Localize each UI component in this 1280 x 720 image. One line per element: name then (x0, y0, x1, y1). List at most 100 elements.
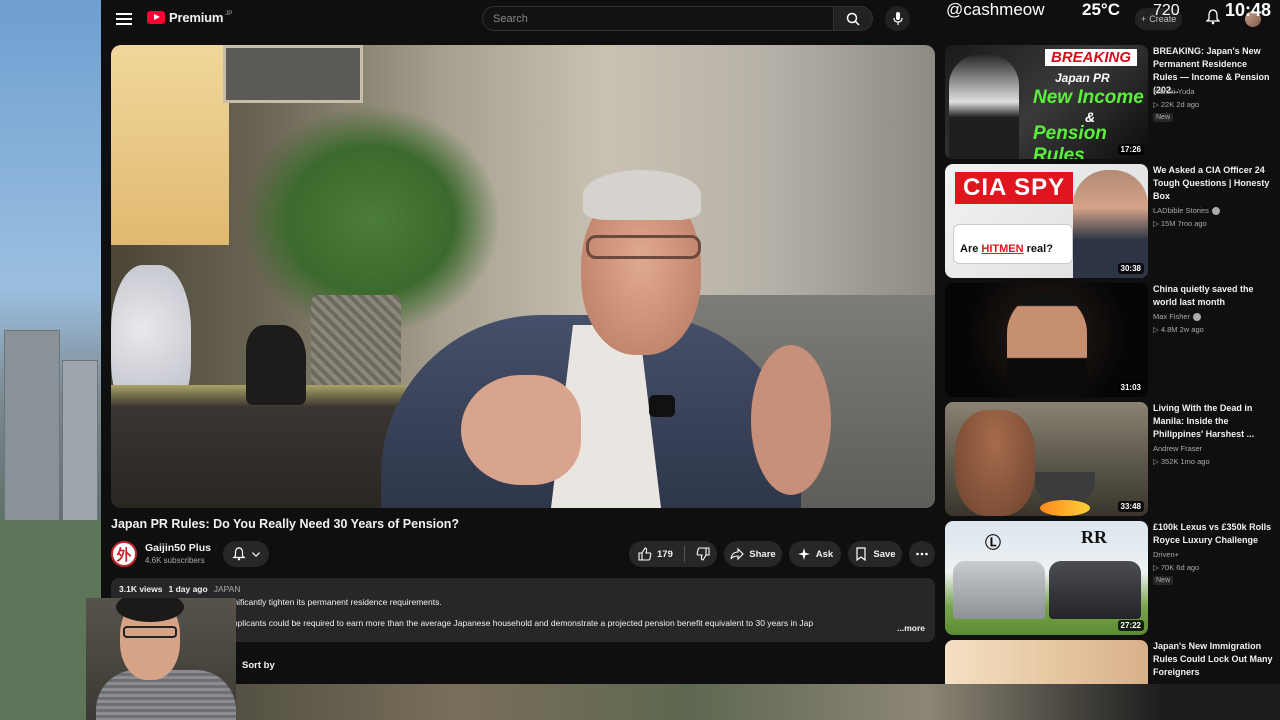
video-title[interactable]: £100k Lexus vs £350k Rolls Royce Luxury … (1153, 521, 1273, 547)
search-input[interactable] (493, 12, 833, 25)
save-button[interactable]: Save (848, 541, 902, 567)
video-title[interactable]: Japan's New Immigration Rules Could Lock… (1153, 640, 1273, 679)
desktop-wallpaper-bottom (101, 684, 1280, 720)
video-duration: 27:22 (1117, 620, 1144, 631)
video-title[interactable]: Living With the Dead in Manila: Inside t… (1153, 402, 1273, 441)
stats-text: 352K 1mo ago (1160, 457, 1210, 466)
video-channel[interactable]: Andrew Fraser (1153, 444, 1202, 453)
number-overlay: 720 (1153, 2, 1180, 19)
recommended-video[interactable]: CIA SPY Are HITMEN real? 30:38 We Asked … (945, 164, 1275, 278)
video-player[interactable] (111, 45, 935, 508)
video-stats: ▷ 352K 1mo ago (1153, 457, 1210, 466)
thumbnail-text: CIA SPY (955, 172, 1074, 204)
new-badge: New (1153, 113, 1174, 122)
video-duration: 33:48 (1117, 501, 1144, 512)
like-dislike-group: 179 (629, 541, 717, 567)
share-label: Share (749, 548, 776, 560)
menu-icon[interactable] (115, 10, 133, 28)
recommended-video[interactable]: BREAKING Japan PR New Income & Pension R… (945, 45, 1275, 159)
video-thumbnail[interactable]: 31:03 (945, 283, 1148, 397)
video-thumbnail[interactable]: Ⓛ RR 27:22 (945, 521, 1148, 635)
video-thumbnail[interactable]: BREAKING Japan PR New Income & Pension R… (945, 45, 1148, 159)
thumbnail-person (949, 55, 1019, 159)
channel-avatar[interactable]: 外 (111, 541, 137, 567)
recommended-video[interactable]: 31:03 China quietly saved the world last… (945, 283, 1275, 397)
chevron-down-icon (251, 552, 260, 557)
search-button[interactable] (833, 6, 873, 31)
share-icon (730, 547, 745, 561)
plant-pot (311, 295, 401, 390)
subscription-bell-button[interactable] (223, 541, 269, 567)
horse-statue (246, 325, 306, 405)
channel-name[interactable]: Gaijin50 Plus (145, 542, 211, 554)
channel-avatar-char: 外 (116, 546, 132, 564)
lapel-mic (649, 395, 675, 417)
thumbnail-text: BREAKING (1045, 49, 1138, 66)
stats-text: 70K 6d ago (1160, 563, 1200, 572)
video-duration: 30:38 (1117, 263, 1144, 274)
video-channel[interactable]: Max Fisher (1153, 312, 1202, 321)
thumbnail-text: HITMEN (981, 243, 1024, 255)
verified-icon (1193, 312, 1202, 321)
search-box (482, 6, 834, 31)
views-icon: ▷ (1153, 100, 1161, 109)
video-thumbnail[interactable]: 33:48 (945, 402, 1148, 516)
lexus-logo-icon: Ⓛ (985, 535, 1002, 552)
thumbnail-car (953, 561, 1045, 619)
bell-icon (231, 547, 246, 561)
notifications-bell-icon[interactable] (1206, 9, 1220, 25)
video-title[interactable]: We Asked a CIA Officer 24 Tough Question… (1153, 164, 1273, 203)
video-thumbnail[interactable] (945, 640, 1148, 684)
description-meta: 3.1K views 1 day ago JAPAN (119, 584, 927, 594)
video-duration: 17:26 (1117, 144, 1144, 155)
recommended-video[interactable]: 33:48 Living With the Dead in Manila: In… (945, 402, 1275, 516)
webcam-shirt (96, 670, 236, 720)
description-text: Reports claim that future PR applicants … (119, 618, 814, 628)
speaker-hand (751, 345, 831, 495)
video-stats: ▷ 15M 7mo ago (1153, 219, 1207, 228)
recommended-video[interactable]: Ⓛ RR 27:22 £100k Lexus vs £350k Rolls Ro… (945, 521, 1275, 635)
voice-search-button[interactable] (885, 6, 910, 31)
ask-label: Ask (815, 548, 834, 560)
temperature-overlay: 25°C (1082, 0, 1120, 19)
video-channel[interactable]: LADbible Stories (1153, 206, 1220, 215)
top-bar: Premium JP + Create @cashmeow 25°C 720 1… (101, 0, 1280, 38)
video-title[interactable]: China quietly saved the world last month (1153, 283, 1273, 309)
video-channel[interactable]: Driven+ (1153, 550, 1179, 559)
upload-age: 1 day ago (168, 584, 208, 594)
stream-handle-overlay: @cashmeow (946, 0, 1045, 19)
divider (683, 546, 685, 562)
building (62, 360, 98, 530)
more-actions-button[interactable] (909, 541, 935, 567)
microphone-icon (892, 11, 903, 25)
like-icon[interactable] (638, 547, 652, 561)
lamp (111, 45, 229, 245)
dislike-icon[interactable] (696, 547, 710, 561)
views-icon: ▷ (1153, 219, 1161, 228)
subscriber-count: 4.6K subscribers (145, 556, 205, 565)
video-thumbnail[interactable]: CIA SPY Are HITMEN real? 30:38 (945, 164, 1148, 278)
youtube-logo[interactable]: Premium JP (147, 10, 232, 25)
hashtag[interactable]: JAPAN (214, 584, 241, 594)
clock-overlay: 10:48 (1225, 0, 1272, 20)
ask-button[interactable]: Ask (789, 541, 841, 567)
video-duration: 31:03 (1117, 382, 1144, 393)
thumbnail-person (1073, 170, 1148, 278)
save-icon (856, 547, 867, 561)
view-count: 3.1K views (119, 584, 163, 594)
channel-name: LADbible Stories (1153, 206, 1209, 215)
verified-icon (1211, 206, 1220, 215)
search-icon (846, 12, 860, 26)
thumbnail-text: New Income (1033, 87, 1144, 108)
thumbnail-fire (1040, 500, 1090, 516)
show-more-link[interactable]: ...more (895, 623, 925, 633)
speaker-hand (461, 375, 581, 485)
recommended-video[interactable]: Japan's New Immigration Rules Could Lock… (945, 640, 1275, 684)
building (4, 330, 60, 530)
share-button[interactable]: Share (724, 541, 782, 567)
video-channel[interactable]: Kazuki Yuda (1153, 87, 1195, 96)
plus-icon: + (1141, 14, 1147, 24)
sparkle-icon (797, 548, 810, 560)
thumbnail-pot (1035, 472, 1095, 502)
webcam-overlay (86, 598, 236, 720)
